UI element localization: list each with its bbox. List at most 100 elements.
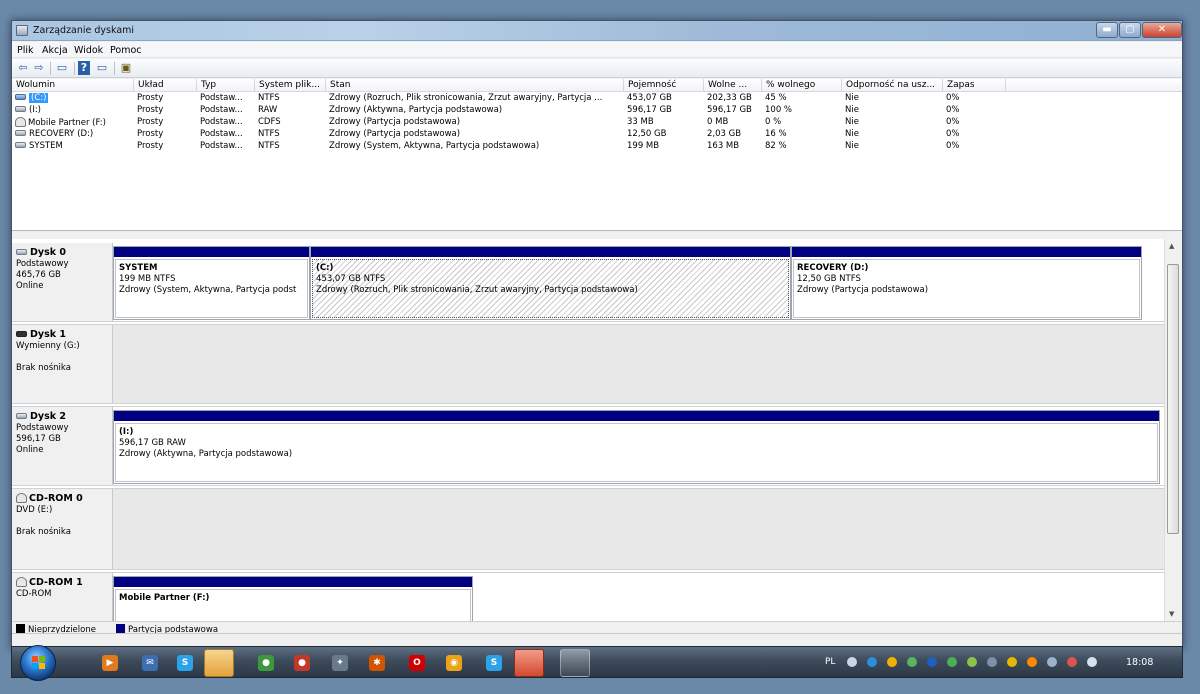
back-arrow-icon[interactable]: ⇦ [15, 61, 31, 75]
disk-kind: DVD (E:) [16, 505, 53, 515]
explorer-taskbar-button[interactable] [204, 649, 234, 677]
minimize-button[interactable]: ▬ [1096, 22, 1118, 38]
skype-app-icon[interactable]: S [486, 655, 502, 671]
volume-status: Zdrowy (Rozruch, Plik stronicowania, Zrz… [329, 93, 603, 103]
app-close-taskbar-button[interactable] [514, 649, 544, 677]
menu-pomoc[interactable]: Pomoc [110, 45, 142, 56]
volume-free: 596,17 GB [707, 105, 752, 115]
table-row[interactable]: Mobile Partner (F:) Prosty Podstaw... CD… [12, 117, 1182, 129]
partition-body: (I:) 596,17 GB RAW Zdrowy (Aktywna, Part… [115, 423, 1158, 482]
chrome-icon[interactable]: ◉ [446, 655, 462, 671]
menu-plik[interactable]: Plik [17, 45, 34, 56]
cdrom-0-info[interactable]: CD-ROM 0 DVD (E:) Brak nośnika [12, 489, 113, 569]
menu-akcja[interactable]: Akcja [42, 45, 68, 56]
table-row[interactable]: RECOVERY (D:) Prosty Podstaw... NTFS Zdr… [12, 129, 1182, 141]
partition-mobile-partner[interactable]: Mobile Partner (F:) [113, 576, 473, 621]
partition-system[interactable]: SYSTEM 199 MB NTFS Zdrowy (System, Aktyw… [113, 246, 310, 320]
volume-fault-tolerance: Nie [845, 129, 859, 139]
opera-icon[interactable]: O [409, 655, 425, 671]
volume-free: 163 MB [707, 141, 740, 151]
app-red-icon[interactable]: ● [294, 655, 310, 671]
column-header-stan[interactable]: Stan [326, 79, 624, 92]
display-tray-icon[interactable] [1047, 657, 1057, 667]
disk-0-info[interactable]: Dysk 0 Podstawowy 465,76 GB Online [12, 243, 113, 321]
volume-overhead: 0% [946, 117, 960, 127]
disk-management-taskbar-button[interactable] [560, 649, 590, 677]
app-paint-icon[interactable]: ✦ [332, 655, 348, 671]
table-row[interactable]: (C:) Prosty Podstaw... NTFS Zdrowy (Rozr… [12, 93, 1182, 105]
scrollbar-thumb[interactable] [1167, 264, 1179, 534]
cdrom-1-info[interactable]: CD-ROM 1 CD-ROM [12, 573, 113, 621]
table-row[interactable]: (I:) Prosty Podstaw... RAW Zdrowy (Aktyw… [12, 105, 1182, 117]
volume-fs: RAW [258, 105, 278, 115]
disk-row-cdrom-1[interactable]: CD-ROM 1 CD-ROM Mobile Partner (F:) [12, 573, 1164, 621]
taskbar-clock[interactable]: 18:08 [1126, 657, 1153, 668]
volume-percent-free: 0 % [765, 117, 782, 127]
partition-body: RECOVERY (D:) 12,50 GB NTFS Zdrowy (Part… [793, 259, 1140, 318]
skype-icon[interactable]: S [177, 655, 193, 671]
help-icon[interactable]: ? [78, 61, 90, 75]
disk-row-1[interactable]: Dysk 1 Wymienny (G:) Brak nośnika [12, 325, 1164, 403]
column-header-typ[interactable]: Typ [197, 79, 255, 92]
disk-title: CD-ROM 0 [29, 493, 83, 504]
volume-layout: Prosty [137, 117, 164, 127]
refresh-icon[interactable]: ▣ [118, 61, 134, 75]
disk-2-info[interactable]: Dysk 2 Podstawowy 596,17 GB Online [12, 407, 113, 485]
action-center-tray-icon[interactable] [1067, 657, 1077, 667]
partition-recovery[interactable]: RECOVERY (D:) 12,50 GB NTFS Zdrowy (Part… [791, 246, 1142, 320]
partition-body-selected: (C:) 453,07 GB NTFS Zdrowy (Rozruch, Pli… [312, 259, 789, 318]
view-icon[interactable]: ▭ [94, 61, 110, 75]
toolbar-separator [74, 62, 75, 75]
column-header-pojemnosc[interactable]: Pojemność [624, 79, 704, 92]
menu-widok[interactable]: Widok [74, 45, 103, 56]
antivirus-tray-icon[interactable] [947, 657, 957, 667]
browser-tray-icon[interactable] [867, 657, 877, 667]
disk-state: Brak nośnika [16, 363, 71, 373]
keyboard-tray-icon[interactable] [847, 657, 857, 667]
disk-1-info[interactable]: Dysk 1 Wymienny (G:) Brak nośnika [12, 325, 113, 403]
table-row[interactable]: SYSTEM Prosty Podstaw... NTFS Zdrowy (Sy… [12, 141, 1182, 153]
mail-icon[interactable]: ✉ [142, 655, 158, 671]
partition-i[interactable]: (I:) 596,17 GB RAW Zdrowy (Aktywna, Part… [113, 410, 1160, 484]
disk-row-2[interactable]: Dysk 2 Podstawowy 596,17 GB Online (I:) … [12, 407, 1164, 485]
close-button[interactable]: ✕ [1142, 22, 1182, 38]
bluetooth-tray-icon[interactable] [927, 657, 937, 667]
volume-fault-tolerance: Nie [845, 141, 859, 151]
disk-pane-scrollbar[interactable]: ▲ ▼ [1164, 239, 1181, 621]
app-green-icon[interactable]: ● [258, 655, 274, 671]
security-tray-icon[interactable] [887, 657, 897, 667]
scroll-down-arrow-icon[interactable]: ▼ [1169, 610, 1174, 618]
sync-tray-icon[interactable] [1007, 657, 1017, 667]
volume-capacity: 12,50 GB [627, 129, 667, 139]
update-tray-icon[interactable] [907, 657, 917, 667]
column-header-wolne[interactable]: Wolne ... [704, 79, 762, 92]
forward-arrow-icon[interactable]: ⇨ [31, 61, 47, 75]
disk-title: Dysk 0 [30, 247, 66, 258]
power-tray-icon[interactable] [1027, 657, 1037, 667]
media-player-icon[interactable]: ▶ [102, 655, 118, 671]
app-orange-icon[interactable]: ✱ [369, 655, 385, 671]
column-header-zapas[interactable]: Zapas [943, 79, 1006, 92]
volume-list: Wolumin Układ Typ System plik... Stan Po… [12, 79, 1182, 231]
disk-row-cdrom-0[interactable]: CD-ROM 0 DVD (E:) Brak nośnika [12, 489, 1164, 569]
volume-tray-icon[interactable] [1087, 657, 1097, 667]
column-header-uklad[interactable]: Układ [134, 79, 197, 92]
start-button[interactable] [20, 645, 56, 681]
column-header-wolumin[interactable]: Wolumin [12, 79, 134, 92]
language-indicator[interactable]: PL [825, 657, 835, 667]
device-tray-icon[interactable] [987, 657, 997, 667]
partition-status: Zdrowy (Rozruch, Plik stronicowania, Zrz… [316, 285, 638, 295]
column-header-odpornosc[interactable]: Odporność na usz... [842, 79, 943, 92]
disk-state: Online [16, 281, 44, 291]
column-header-procent-wolnego[interactable]: % wolnego [762, 79, 842, 92]
scroll-up-arrow-icon[interactable]: ▲ [1169, 242, 1174, 250]
partition-status: Zdrowy (Aktywna, Partycja podstawowa) [119, 449, 293, 459]
maximize-button[interactable]: ▢ [1119, 22, 1141, 38]
network-tray-icon[interactable] [967, 657, 977, 667]
cdrom-1-partitions: Mobile Partner (F:) [113, 573, 1164, 621]
column-header-system-plikow[interactable]: System plik... [255, 79, 326, 92]
partition-c[interactable]: (C:) 453,07 GB NTFS Zdrowy (Rozruch, Pli… [310, 246, 791, 320]
disk-row-0[interactable]: Dysk 0 Podstawowy 465,76 GB Online SYSTE… [12, 243, 1164, 321]
properties-icon[interactable]: ▭ [54, 61, 70, 75]
title-bar[interactable]: Zarządzanie dyskami ▬ ▢ ✕ [12, 21, 1182, 41]
